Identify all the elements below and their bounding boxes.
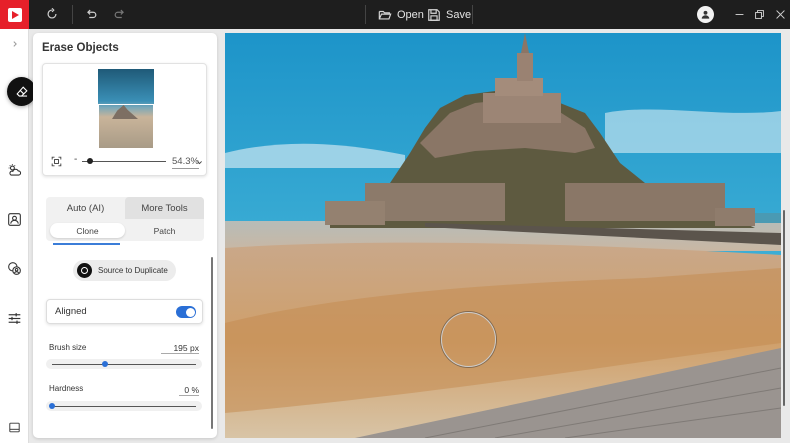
target-icon [77, 263, 92, 278]
sliders-icon[interactable] [6, 310, 23, 327]
app-logo-icon [0, 0, 29, 29]
image-canvas[interactable] [225, 33, 781, 438]
hardness-slider[interactable] [46, 401, 202, 411]
mode-switch: Auto (AI) More Tools Clone Patch [46, 197, 204, 241]
brush-size-label: Brush size [49, 343, 87, 352]
face-swap-icon[interactable] [6, 260, 23, 277]
minimize-icon[interactable] [732, 7, 746, 21]
zoom-value[interactable]: 54.3% [172, 156, 199, 169]
save-icon [428, 8, 440, 21]
open-button[interactable]: Open [378, 5, 424, 24]
navigator-preview: - 54.3% [42, 63, 207, 176]
gallery-icon[interactable] [6, 419, 23, 436]
weather-sky-icon[interactable] [6, 162, 23, 179]
zoom-slider-knob[interactable] [87, 158, 93, 164]
redo-icon[interactable] [112, 6, 128, 22]
brush-size-knob[interactable] [102, 361, 109, 367]
portrait-icon[interactable] [6, 211, 23, 228]
viewport-frame[interactable] [98, 104, 154, 149]
brush-cursor [441, 312, 496, 367]
zoom-slider[interactable] [82, 161, 166, 162]
subtab-clone[interactable]: Clone [50, 223, 125, 238]
hardness-knob[interactable] [49, 403, 55, 409]
zoom-row: - 54.3% [49, 154, 203, 169]
erase-objects-panel: Erase Objects - 54.3% Auto (AI) More Too… [33, 33, 217, 438]
image-thumbnail[interactable] [98, 69, 154, 149]
canvas-scrollbar[interactable] [783, 210, 785, 406]
expand-chevron-icon[interactable] [6, 37, 23, 50]
tab-more-tools[interactable]: More Tools [125, 197, 204, 219]
eraser-icon [15, 85, 28, 97]
aligned-label: Aligned [55, 306, 87, 317]
active-tab-indicator [53, 243, 120, 245]
close-icon[interactable] [773, 7, 787, 21]
hardness-label: Hardness [49, 384, 84, 393]
chevron-down-icon[interactable] [196, 159, 203, 166]
fit-screen-icon[interactable] [51, 156, 62, 167]
panel-title: Erase Objects [42, 42, 119, 54]
tab-auto-ai[interactable]: Auto (AI) [46, 197, 125, 219]
hardness-value[interactable]: 0 % [179, 385, 199, 396]
photo-mont-saint-michel [225, 33, 781, 438]
eraser-tool-button[interactable] [7, 77, 36, 106]
brush-size-slider[interactable] [46, 359, 202, 369]
aligned-toggle[interactable] [176, 306, 196, 318]
aligned-option: Aligned [46, 299, 203, 324]
save-button[interactable]: Save [427, 5, 471, 24]
source-button-label: Source to Duplicate [98, 266, 168, 275]
title-bar: Open Save [0, 0, 790, 29]
undo-icon[interactable] [83, 6, 99, 22]
source-to-duplicate-button[interactable]: Source to Duplicate [73, 260, 176, 281]
zoom-out-icon[interactable]: - [74, 154, 77, 165]
save-label: Save [446, 8, 472, 21]
open-label: Open [397, 8, 424, 21]
subtab-patch[interactable]: Patch [127, 223, 202, 238]
panel-scrollbar[interactable] [211, 257, 213, 429]
user-icon[interactable] [697, 6, 714, 23]
folder-open-icon [378, 10, 392, 20]
brush-size-value[interactable]: 195 px [161, 343, 199, 354]
refresh-icon[interactable] [44, 6, 60, 22]
restore-icon[interactable] [752, 7, 766, 21]
